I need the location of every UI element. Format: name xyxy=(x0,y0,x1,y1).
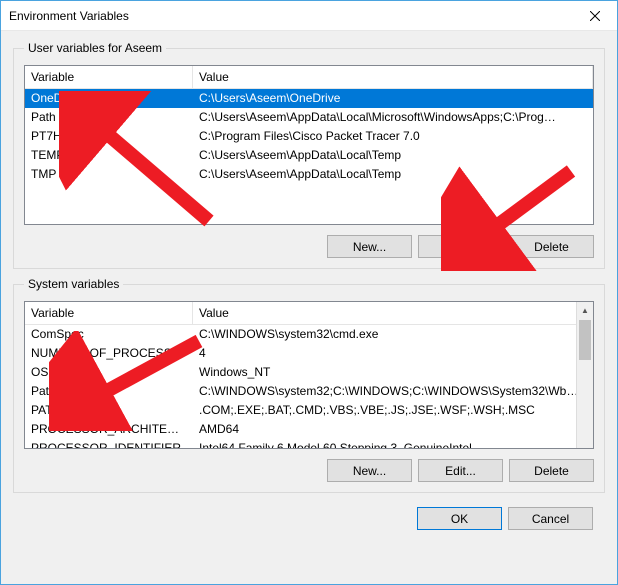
table-row[interactable]: TEMPC:\Users\Aseem\AppData\Local\Temp xyxy=(25,146,593,165)
dialog-body: User variables for Aseem Variable Value … xyxy=(1,31,617,584)
variable-value: Intel64 Family 6 Model 60 Stepping 3, Ge… xyxy=(193,440,593,448)
variable-name: TEMP xyxy=(25,147,193,164)
variable-name: PATHEXT xyxy=(25,402,193,419)
variable-value: C:\Users\Aseem\OneDrive xyxy=(193,90,593,107)
table-row[interactable]: OneDriveC:\Users\Aseem\OneDrive xyxy=(25,89,593,108)
variable-value: C:\WINDOWS\system32\cmd.exe xyxy=(193,326,593,343)
system-vars-list[interactable]: Variable Value ComSpecC:\WINDOWS\system3… xyxy=(24,301,594,449)
table-row[interactable]: NUMBER_OF_PROCESSORS4 xyxy=(25,344,593,363)
table-row[interactable]: OSWindows_NT xyxy=(25,363,593,382)
close-icon xyxy=(590,11,600,21)
table-row[interactable]: PATHEXT.COM;.EXE;.BAT;.CMD;.VBS;.VBE;.JS… xyxy=(25,401,593,420)
user-buttons: New... Edit... Delete xyxy=(24,235,594,258)
user-vars-list[interactable]: Variable Value OneDriveC:\Users\Aseem\On… xyxy=(24,65,594,225)
variable-value: .COM;.EXE;.BAT;.CMD;.VBS;.VBE;.JS;.JSE;.… xyxy=(193,402,593,419)
window-title: Environment Variables xyxy=(9,9,572,23)
env-vars-dialog: Environment Variables User variables for… xyxy=(0,0,618,585)
variable-name: PROCESSOR_ARCHITECTURE xyxy=(25,421,193,438)
close-button[interactable] xyxy=(572,1,617,31)
table-row[interactable]: ComSpecC:\WINDOWS\system32\cmd.exe xyxy=(25,325,593,344)
col-value[interactable]: Value xyxy=(193,302,593,324)
variable-value: AMD64 xyxy=(193,421,593,438)
user-edit-button[interactable]: Edit... xyxy=(418,235,503,258)
table-row[interactable]: PathC:\WINDOWS\system32;C:\WINDOWS;C:\WI… xyxy=(25,382,593,401)
system-new-button[interactable]: New... xyxy=(327,459,412,482)
table-row[interactable]: PROCESSOR_IDENTIFIERIntel64 Family 6 Mod… xyxy=(25,439,593,448)
variable-value: Windows_NT xyxy=(193,364,593,381)
variable-name: PT7HOME xyxy=(25,128,193,145)
user-new-button[interactable]: New... xyxy=(327,235,412,258)
table-row[interactable]: PROCESSOR_ARCHITECTUREAMD64 xyxy=(25,420,593,439)
scrollbar-thumb[interactable] xyxy=(579,320,591,360)
system-edit-button[interactable]: Edit... xyxy=(418,459,503,482)
variable-value: C:\Users\Aseem\AppData\Local\Temp xyxy=(193,166,593,183)
user-delete-button[interactable]: Delete xyxy=(509,235,594,258)
table-row[interactable]: TMPC:\Users\Aseem\AppData\Local\Temp xyxy=(25,165,593,184)
variable-name: PROCESSOR_IDENTIFIER xyxy=(25,440,193,448)
scrollbar[interactable]: ▲ xyxy=(576,302,593,448)
variable-value: 4 xyxy=(193,345,593,362)
user-vars-group: User variables for Aseem Variable Value … xyxy=(13,41,605,269)
variable-value: C:\WINDOWS\system32;C:\WINDOWS;C:\WINDOW… xyxy=(193,383,593,400)
dialog-buttons: OK Cancel xyxy=(13,501,605,530)
variable-name: OS xyxy=(25,364,193,381)
ok-button[interactable]: OK xyxy=(417,507,502,530)
col-variable[interactable]: Variable xyxy=(25,66,193,88)
system-delete-button[interactable]: Delete xyxy=(509,459,594,482)
variable-value: C:\Users\Aseem\AppData\Local\Microsoft\W… xyxy=(193,109,593,126)
system-vars-legend: System variables xyxy=(24,277,123,291)
system-buttons: New... Edit... Delete xyxy=(24,459,594,482)
table-row[interactable]: PT7HOMEC:\Program Files\Cisco Packet Tra… xyxy=(25,127,593,146)
variable-name: NUMBER_OF_PROCESSORS xyxy=(25,345,193,362)
variable-name: ComSpec xyxy=(25,326,193,343)
scroll-up-icon[interactable]: ▲ xyxy=(577,302,593,319)
variable-name: OneDrive xyxy=(25,90,193,107)
system-rows: ComSpecC:\WINDOWS\system32\cmd.exeNUMBER… xyxy=(25,325,593,448)
table-row[interactable]: PathC:\Users\Aseem\AppData\Local\Microso… xyxy=(25,108,593,127)
col-value[interactable]: Value xyxy=(193,66,593,88)
user-rows: OneDriveC:\Users\Aseem\OneDrivePathC:\Us… xyxy=(25,89,593,224)
variable-value: C:\Users\Aseem\AppData\Local\Temp xyxy=(193,147,593,164)
col-variable[interactable]: Variable xyxy=(25,302,193,324)
variable-name: Path xyxy=(25,383,193,400)
variable-name: TMP xyxy=(25,166,193,183)
user-vars-header: Variable Value xyxy=(25,66,593,89)
variable-name: Path xyxy=(25,109,193,126)
titlebar: Environment Variables xyxy=(1,1,617,31)
cancel-button[interactable]: Cancel xyxy=(508,507,593,530)
system-vars-group: System variables Variable Value ComSpecC… xyxy=(13,277,605,493)
variable-value: C:\Program Files\Cisco Packet Tracer 7.0 xyxy=(193,128,593,145)
system-vars-header: Variable Value xyxy=(25,302,593,325)
user-vars-legend: User variables for Aseem xyxy=(24,41,166,55)
